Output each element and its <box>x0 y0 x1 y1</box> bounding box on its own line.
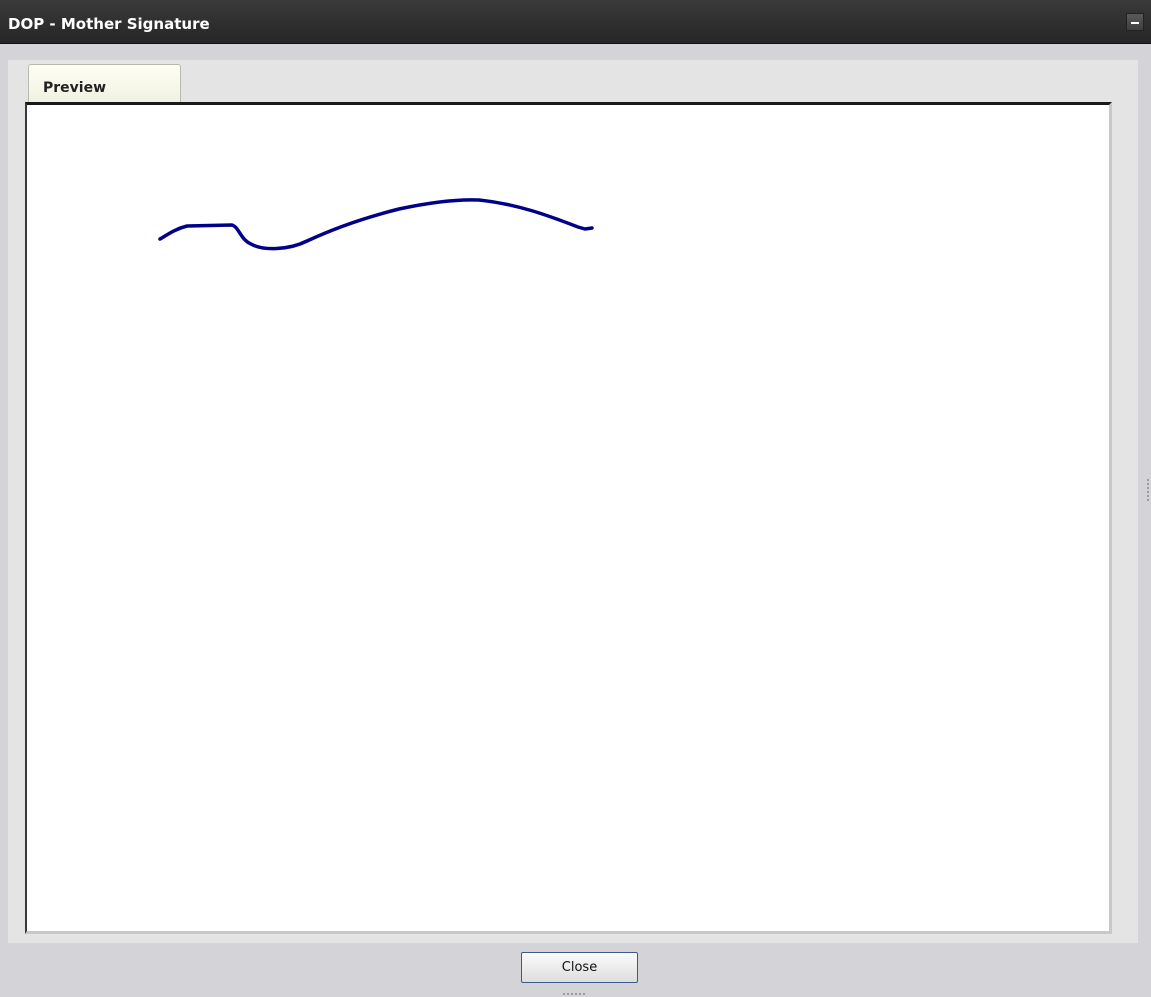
tab-preview[interactable]: Preview <box>28 64 181 103</box>
window-title: DOP - Mother Signature <box>8 15 210 33</box>
title-bar[interactable]: DOP - Mother Signature <box>0 0 1151 44</box>
dialog-window: DOP - Mother Signature Preview Close <box>0 0 1151 997</box>
minimize-icon <box>1131 22 1139 24</box>
tab-container: Preview <box>8 60 1138 943</box>
signature-preview-panel <box>25 102 1112 934</box>
minimize-button[interactable] <box>1126 13 1144 31</box>
resize-grip-bottom[interactable] <box>563 993 587 995</box>
close-button[interactable]: Close <box>521 952 638 983</box>
tab-preview-label: Preview <box>43 80 107 96</box>
signature-image <box>158 198 594 251</box>
signature-stroke <box>158 198 594 251</box>
resize-grip-right[interactable] <box>1147 479 1149 503</box>
